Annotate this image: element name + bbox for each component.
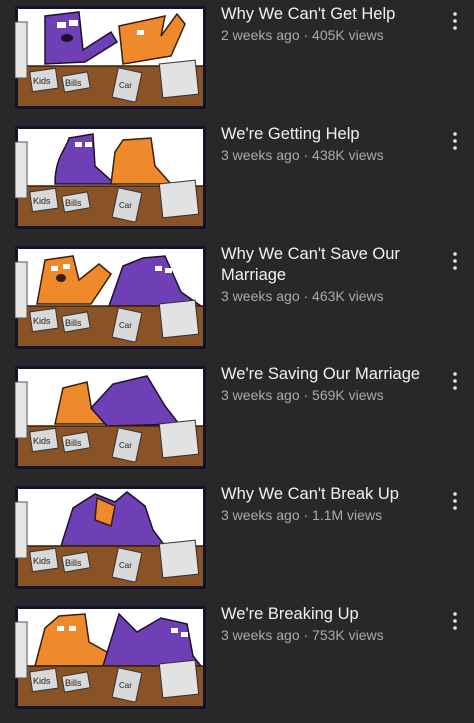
vertical-ellipsis-icon [453,12,457,30]
video-stats: 3 weeks ago · 753K views [221,627,384,643]
thumb-label-car: Car [119,81,132,90]
video-stats: 3 weeks ago · 438K views [221,147,384,163]
thumb-label-bills: Bills [65,318,82,328]
video-title[interactable]: Why We Can't Get Help [221,4,436,25]
video-thumbnail[interactable]: Kids Bills Car [15,486,206,589]
video-title[interactable]: We're Saving Our Marriage [221,364,436,385]
more-options-button[interactable] [449,490,461,512]
video-item[interactable]: Kids Bills Car Why We Can't Break Up 3 w… [0,484,474,589]
thumb-label-bills: Bills [65,78,82,88]
thumb-label-bills: Bills [65,558,82,568]
more-options-button[interactable] [449,10,461,32]
video-meta: We're Saving Our Marriage 3 weeks ago · … [221,364,436,404]
video-thumbnail[interactable]: Kids Bills Car [15,246,206,349]
thumb-label-kids: Kids [33,76,51,86]
video-item[interactable]: Kids Bills Car We're Saving Our Marriage… [0,364,474,469]
video-item[interactable]: Kids Bills Car We're Getting Help 3 week… [0,124,474,229]
video-thumbnail[interactable]: Kids Bills Car [15,6,206,109]
thumb-label-kids: Kids [33,556,51,566]
video-title[interactable]: We're Getting Help [221,124,436,145]
vertical-ellipsis-icon [453,252,457,270]
more-options-button[interactable] [449,610,461,632]
thumb-label-kids: Kids [33,436,51,446]
video-title[interactable]: Why We Can't Break Up [221,484,436,505]
video-title[interactable]: We're Breaking Up [221,604,436,625]
video-thumbnail[interactable]: Kids Bills Car [15,126,206,229]
vertical-ellipsis-icon [453,372,457,390]
video-list: Kids Bills Car Why We Can't Get Help 2 w… [0,0,474,723]
video-meta: Why We Can't Save Our Marriage 3 weeks a… [221,244,436,305]
thumb-label-car: Car [119,441,132,450]
video-item[interactable]: Kids Bills Car Why We Can't Get Help 2 w… [0,4,474,109]
video-meta: We're Breaking Up 3 weeks ago · 753K vie… [221,604,436,644]
video-title[interactable]: Why We Can't Save Our Marriage [221,244,436,286]
thumb-label-bills: Bills [65,438,82,448]
thumb-label-car: Car [119,321,132,330]
vertical-ellipsis-icon [453,132,457,150]
more-options-button[interactable] [449,250,461,272]
video-item[interactable]: Kids Bills Car We're Breaking Up 3 weeks… [0,604,474,709]
thumb-label-kids: Kids [33,196,51,206]
video-meta: We're Getting Help 3 weeks ago · 438K vi… [221,124,436,164]
thumb-label-bills: Bills [65,678,82,688]
video-meta: Why We Can't Break Up 3 weeks ago · 1.1M… [221,484,436,524]
video-thumbnail[interactable]: Kids Bills Car [15,606,206,709]
thumb-label-kids: Kids [33,316,51,326]
video-stats: 3 weeks ago · 463K views [221,288,384,304]
video-stats: 2 weeks ago · 405K views [221,27,384,43]
video-stats: 3 weeks ago · 569K views [221,387,384,403]
video-meta: Why We Can't Get Help 2 weeks ago · 405K… [221,4,436,44]
video-thumbnail[interactable]: Kids Bills Car [15,366,206,469]
vertical-ellipsis-icon [453,612,457,630]
video-item[interactable]: Kids Bills Car Why We Can't Save Our Mar… [0,244,474,349]
vertical-ellipsis-icon [453,492,457,510]
thumb-label-kids: Kids [33,676,51,686]
thumb-label-bills: Bills [65,198,82,208]
thumb-label-car: Car [119,561,132,570]
thumb-label-car: Car [119,201,132,210]
thumb-label-car: Car [119,681,132,690]
more-options-button[interactable] [449,130,461,152]
video-stats: 3 weeks ago · 1.1M views [221,507,383,523]
more-options-button[interactable] [449,370,461,392]
